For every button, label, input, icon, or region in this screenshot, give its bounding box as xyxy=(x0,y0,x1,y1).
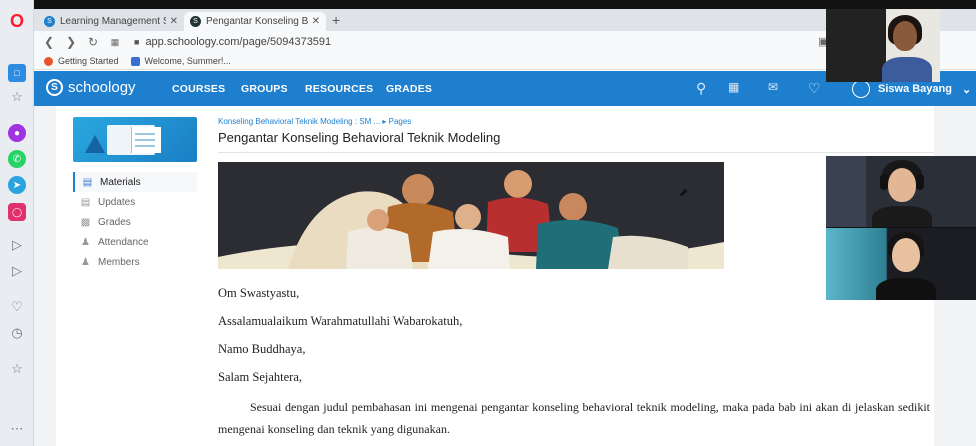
nav-resources[interactable]: RESOURCES xyxy=(305,83,373,95)
schoology-logo-icon: S xyxy=(46,79,63,96)
bookmark-favicon-icon xyxy=(44,56,53,66)
video-tile-participant-3[interactable] xyxy=(826,228,976,300)
sidebar-item-grades[interactable]: ▩ Grades xyxy=(73,212,197,232)
close-icon[interactable]: ✕ xyxy=(312,16,320,27)
telegram-icon[interactable]: ➤ xyxy=(8,176,26,194)
player-icon[interactable]: ▷ xyxy=(8,236,26,254)
url-field[interactable]: app.schoology.com/page/5094373591 xyxy=(145,36,331,48)
attendance-icon: ♟ xyxy=(81,236,90,248)
greeting-line: Salam Sejahtera, xyxy=(218,370,302,384)
sidebar-item-attendance[interactable]: ♟ Attendance xyxy=(73,232,197,252)
pin-icon[interactable]: ☆ xyxy=(8,360,26,378)
heart-icon[interactable]: ♡ xyxy=(8,298,26,316)
grades-icon: ▩ xyxy=(80,216,91,228)
bookmark-label: Getting Started xyxy=(58,56,119,66)
close-icon[interactable]: ✕ xyxy=(170,16,178,27)
sidebar-item-materials[interactable]: ▤ Materials xyxy=(73,172,197,192)
tab-title: Pengantar Konseling Beha xyxy=(206,16,308,27)
top-strip xyxy=(0,0,976,9)
reload-icon[interactable]: ↻ xyxy=(82,35,104,49)
updates-icon: ▤ xyxy=(80,196,91,208)
messenger-icon[interactable]: ● xyxy=(8,124,26,142)
sidebar-item-label: Grades xyxy=(98,216,131,228)
bookmark-favicon-icon xyxy=(130,56,140,66)
greeting-line: Assalamualaikum Warahmatullahi Wabarokat… xyxy=(218,314,463,328)
calendar-icon[interactable]: ▦ xyxy=(728,80,739,94)
opera-logo-icon[interactable]: O xyxy=(8,11,26,31)
logo-text: schoology xyxy=(68,79,136,96)
new-tab-button[interactable]: + xyxy=(332,12,340,28)
tab-pengantar-konseling[interactable]: S Pengantar Konseling Beha ✕ xyxy=(184,12,326,31)
notifications-icon[interactable]: ♡ xyxy=(808,80,821,97)
video-tile-participant-2[interactable] xyxy=(826,156,976,228)
sidebar-item-label: Members xyxy=(98,256,140,268)
whatsapp-icon[interactable]: ✆ xyxy=(8,150,26,168)
page-title: Pengantar Konseling Behavioral Teknik Mo… xyxy=(218,130,501,145)
user-name: Siswa Bayang xyxy=(878,83,952,95)
bookmark-welcome[interactable]: Welcome, Summer!... xyxy=(130,56,231,66)
greeting-line: Om Swastyastu, xyxy=(218,286,300,300)
forward-icon[interactable]: ❯ xyxy=(60,35,82,49)
sidebar-item-members[interactable]: ♟ Members xyxy=(73,252,197,272)
greeting-line: Namo Buddhaya, xyxy=(218,342,306,356)
back-icon[interactable]: ❮ xyxy=(38,35,60,49)
mail-icon[interactable]: ✉ xyxy=(768,80,778,94)
schoology-favicon-icon: S xyxy=(190,16,201,27)
sidebar-item-label: Materials xyxy=(100,176,141,188)
hero-illustration xyxy=(218,162,724,269)
home-icon[interactable]: □ xyxy=(8,64,26,82)
mouse-cursor-icon: ⬈ xyxy=(679,187,689,199)
course-banner[interactable] xyxy=(73,117,197,162)
bookmark-icon[interactable]: ☆ xyxy=(8,88,26,106)
nav-grades[interactable]: GRADES xyxy=(386,83,432,95)
user-menu[interactable]: Siswa Bayang ⌄ xyxy=(852,80,971,98)
materials-icon: ▤ xyxy=(82,176,93,188)
tab-learning-management[interactable]: S Learning Management Sys ✕ xyxy=(38,12,184,31)
members-icon: ♟ xyxy=(81,256,90,268)
more-icon[interactable]: ⋯ xyxy=(8,420,26,438)
nav-courses[interactable]: COURSES xyxy=(172,83,225,95)
browser-sidebar: O □ ☆ ● ✆ ➤ ◯ ▷ ▷ ♡ ◷ ☆ ⋯ xyxy=(0,0,34,446)
avatar xyxy=(852,80,870,98)
schoology-logo[interactable]: S schoology xyxy=(46,79,136,96)
nav-groups[interactable]: GROUPS xyxy=(241,83,288,95)
lock-icon[interactable]: ■ xyxy=(134,37,139,47)
sidebar-item-label: Updates xyxy=(98,196,136,208)
bookmark-getting-started[interactable]: Getting Started xyxy=(44,56,119,66)
instagram-icon[interactable]: ◯ xyxy=(8,203,26,221)
chevron-down-icon: ⌄ xyxy=(961,83,972,96)
breadcrumb[interactable]: Konseling Behavioral Teknik Modeling : S… xyxy=(218,117,411,126)
course-nav: ▤ Materials ▤ Updates ▩ Grades ♟ Attenda… xyxy=(73,172,197,272)
body-paragraph: Sesuai dengan judul pembahasan ini menge… xyxy=(218,400,930,436)
tab-title: Learning Management Sys xyxy=(60,16,166,27)
speed-dial-icon[interactable]: ▦ xyxy=(104,37,126,48)
video-tile-participant-1[interactable] xyxy=(826,9,940,82)
schoology-favicon-icon: S xyxy=(44,16,55,27)
send-icon[interactable]: ▷ xyxy=(8,262,26,280)
search-icon[interactable]: ⚲ xyxy=(696,80,706,97)
divider xyxy=(218,152,934,153)
bookmark-label: Welcome, Summer!... xyxy=(144,56,231,66)
history-icon[interactable]: ◷ xyxy=(8,324,26,342)
sidebar-item-updates[interactable]: ▤ Updates xyxy=(73,192,197,212)
sidebar-item-label: Attendance xyxy=(98,236,149,248)
